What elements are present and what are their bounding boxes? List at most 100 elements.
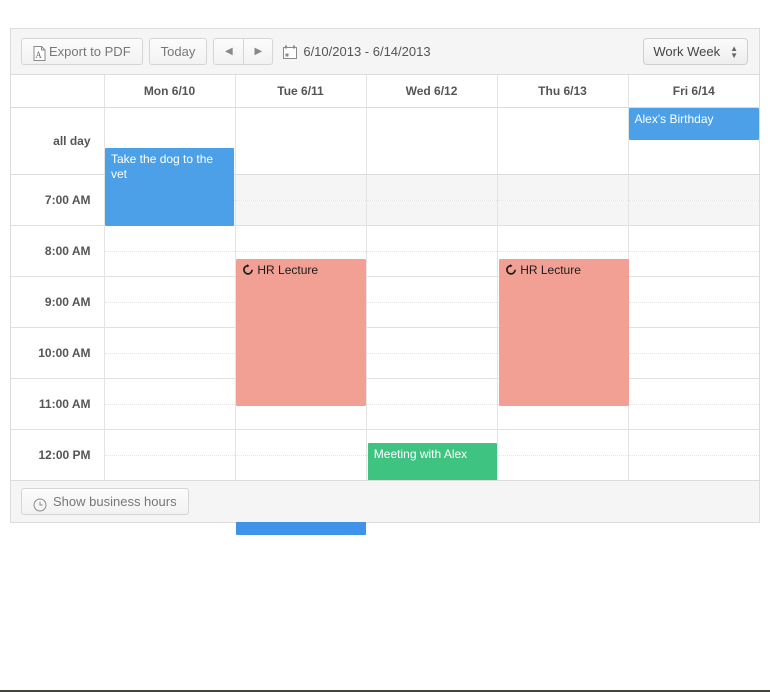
all-day-event-title: Alex's Birthday bbox=[634, 112, 714, 126]
slot-cell-d4-h5-0[interactable] bbox=[628, 429, 759, 455]
slot-cell-d4-h1-1[interactable] bbox=[628, 250, 759, 277]
pdf-file-icon: A bbox=[33, 44, 46, 61]
day-header-1[interactable]: Tue 6/11 bbox=[235, 75, 367, 108]
all-day-event-alexs-birthday[interactable]: Alex's Birthday bbox=[628, 108, 759, 140]
slot-cell-d2-h0-0[interactable] bbox=[366, 174, 498, 200]
time-slot-row bbox=[11, 352, 759, 379]
slot-cell-d0-h1-0[interactable] bbox=[104, 225, 236, 251]
all-day-cell-1[interactable] bbox=[235, 107, 367, 175]
day-header-row: Mon 6/10 Tue 6/11 Wed 6/12 Thu 6/13 Fri … bbox=[11, 75, 759, 108]
slot-cell-d1-h1-0[interactable] bbox=[235, 225, 367, 251]
export-to-pdf-button[interactable]: A Export to PDF bbox=[21, 38, 143, 65]
time-slot-row: 10:00 AM bbox=[11, 327, 759, 379]
today-button[interactable]: Today bbox=[148, 38, 208, 65]
navigation-button-group: ◀ ▶ bbox=[213, 38, 274, 65]
slot-cell-d0-h3-0[interactable] bbox=[104, 327, 236, 353]
slot-cell-d1-h0-1[interactable] bbox=[235, 199, 367, 226]
slot-cell-d4-h4-1[interactable] bbox=[628, 403, 759, 430]
slot-cell-d1-h0-0[interactable] bbox=[235, 174, 367, 200]
view-selector-value: Work Week bbox=[653, 44, 721, 59]
show-business-hours-button[interactable]: Show business hours bbox=[21, 488, 189, 515]
view-selector[interactable]: Work Week ▲ ▼ bbox=[643, 38, 748, 65]
app-root: A Export to PDF Today ◀ ▶ 6/10/2013 - 6/… bbox=[0, 0, 770, 692]
slot-cell-d3-h1-0[interactable] bbox=[497, 225, 629, 251]
slot-cell-d1-h5-1[interactable] bbox=[235, 454, 367, 480]
show-business-hours-label: Show business hours bbox=[53, 494, 177, 509]
chevron-right-icon: ▶ bbox=[254, 46, 263, 57]
slot-cell-d0-h2-1[interactable] bbox=[104, 301, 236, 328]
slot-cell-d4-h2-1[interactable] bbox=[628, 301, 759, 328]
time-slot-row: 11:00 AM bbox=[11, 378, 759, 430]
slot-cell-d2-h2-0[interactable] bbox=[366, 276, 498, 302]
slot-cell-d4-h5-1[interactable] bbox=[628, 454, 759, 480]
all-day-label: all day bbox=[11, 107, 105, 175]
slot-cell-d3-h0-0[interactable] bbox=[497, 174, 629, 200]
slot-cell-d3-h5-1[interactable] bbox=[497, 454, 629, 480]
all-day-cell-2[interactable] bbox=[366, 107, 498, 175]
slot-cell-d4-h4-0[interactable] bbox=[628, 378, 759, 404]
day-header-0[interactable]: Mon 6/10 bbox=[104, 75, 236, 108]
time-label-2: 9:00 AM bbox=[11, 276, 105, 328]
svg-text:A: A bbox=[35, 50, 42, 60]
slot-cell-d2-h3-1[interactable] bbox=[366, 352, 498, 379]
slot-cell-d3-h0-1[interactable] bbox=[497, 199, 629, 226]
time-slot-row: 8:00 AM bbox=[11, 225, 759, 277]
slot-cell-d3-h5-0[interactable] bbox=[497, 429, 629, 455]
day-header-4[interactable]: Fri 6/14 bbox=[628, 75, 759, 108]
slot-cell-d4-h3-1[interactable] bbox=[628, 352, 759, 379]
all-day-cell-3[interactable] bbox=[497, 107, 629, 175]
event-hr-lecture[interactable]: HR Lecture bbox=[236, 259, 366, 406]
slot-cell-d0-h2-0[interactable] bbox=[104, 276, 236, 302]
export-to-pdf-label: Export to PDF bbox=[49, 44, 131, 59]
slot-cell-d0-h4-0[interactable] bbox=[104, 378, 236, 404]
sort-arrows-icon: ▲ ▼ bbox=[730, 43, 738, 60]
slot-cell-d0-h3-1[interactable] bbox=[104, 352, 236, 379]
slot-cell-d2-h3-0[interactable] bbox=[366, 327, 498, 353]
recurrence-icon bbox=[242, 264, 254, 276]
day-header-2[interactable]: Wed 6/12 bbox=[366, 75, 498, 108]
slot-cell-d2-h4-1[interactable] bbox=[366, 403, 498, 430]
slot-cell-d4-h2-0[interactable] bbox=[628, 276, 759, 302]
slot-cell-d2-h1-1[interactable] bbox=[366, 250, 498, 277]
slot-cell-d0-h4-1[interactable] bbox=[104, 403, 236, 430]
time-slot-row: 9:00 AM bbox=[11, 276, 759, 328]
clock-icon bbox=[33, 495, 47, 511]
all-day-cell-4[interactable]: Alex's Birthday bbox=[628, 107, 759, 175]
time-slot-row bbox=[11, 301, 759, 328]
calendar-grid-wrapper: Mon 6/10 Tue 6/11 Wed 6/12 Thu 6/13 Fri … bbox=[11, 75, 759, 535]
slot-cell-d2-h2-1[interactable] bbox=[366, 301, 498, 328]
slot-cell-d2-h0-1[interactable] bbox=[366, 199, 498, 226]
scheduler-toolbar: A Export to PDF Today ◀ ▶ 6/10/2013 - 6/… bbox=[11, 29, 759, 75]
event-take-the-dog-to-the-vet[interactable]: Take the dog to the vet bbox=[105, 148, 235, 226]
corner-cell bbox=[11, 75, 105, 108]
slot-cell-d0-h5-0[interactable] bbox=[104, 429, 236, 455]
recurrence-icon bbox=[505, 264, 517, 276]
slot-cell-d1-h4-1[interactable] bbox=[235, 403, 367, 430]
slot-cell-d0-h5-1[interactable] bbox=[104, 454, 236, 480]
time-label-0: 7:00 AM bbox=[11, 174, 105, 226]
time-label-3: 10:00 AM bbox=[11, 327, 105, 379]
event-title: HR Lecture bbox=[520, 263, 581, 277]
slot-cell-d0-h1-1[interactable] bbox=[104, 250, 236, 277]
slot-cell-d1-h5-0[interactable] bbox=[235, 429, 367, 455]
next-period-button[interactable]: ▶ bbox=[243, 38, 274, 65]
slot-cell-d4-h3-0[interactable] bbox=[628, 327, 759, 353]
slot-cell-d2-h4-0[interactable] bbox=[366, 378, 498, 404]
date-range-display[interactable]: 6/10/2013 - 6/14/2013 bbox=[283, 38, 431, 65]
toolbar-left-group: A Export to PDF Today ◀ ▶ 6/10/2013 - 6/… bbox=[21, 38, 431, 65]
event-hr-lecture[interactable]: HR Lecture bbox=[499, 259, 629, 406]
chevron-left-icon: ◀ bbox=[224, 46, 233, 57]
time-slot-row bbox=[11, 403, 759, 430]
time-slot-row bbox=[11, 250, 759, 277]
slot-cell-d4-h0-1[interactable] bbox=[628, 199, 759, 226]
slot-cell-d4-h1-0[interactable] bbox=[628, 225, 759, 251]
date-range-label: 6/10/2013 - 6/14/2013 bbox=[303, 44, 431, 59]
time-label-5: 12:00 PM bbox=[11, 429, 105, 480]
previous-period-button[interactable]: ◀ bbox=[213, 38, 244, 65]
day-header-3[interactable]: Thu 6/13 bbox=[497, 75, 629, 108]
slot-cell-d4-h0-0[interactable] bbox=[628, 174, 759, 200]
slot-cell-d2-h1-0[interactable] bbox=[366, 225, 498, 251]
slot-cell-d3-h4-1[interactable] bbox=[497, 403, 629, 430]
scheduler-footer: Show business hours bbox=[11, 480, 759, 522]
event-title: Meeting with Alex bbox=[373, 447, 468, 461]
